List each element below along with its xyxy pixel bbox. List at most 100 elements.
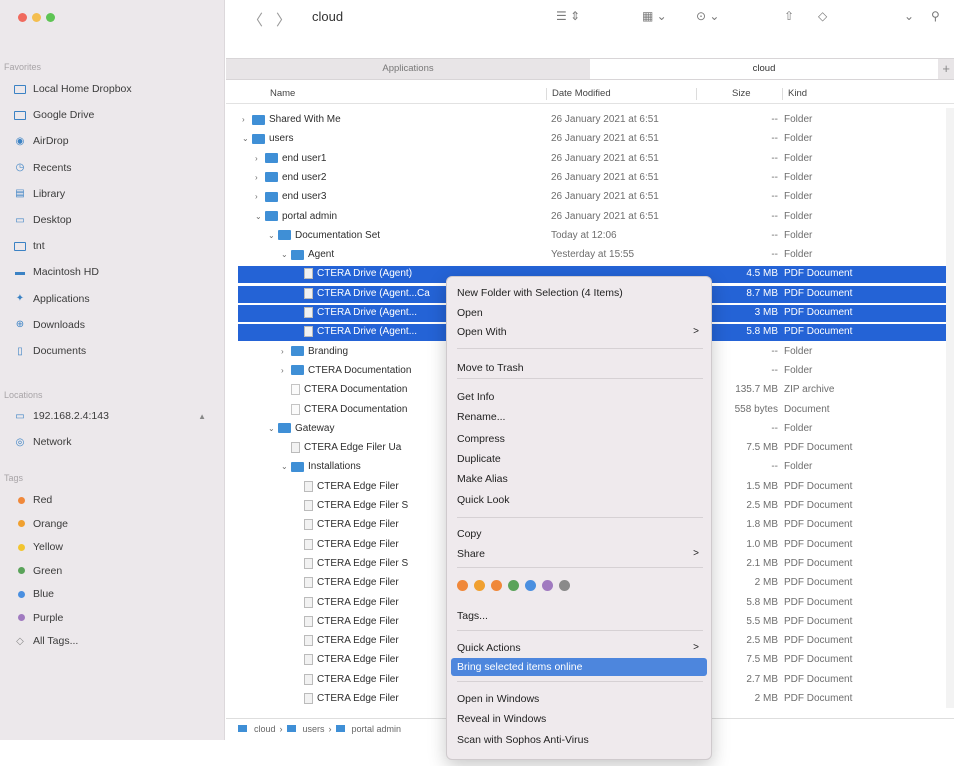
column-header-size[interactable]: Size <box>732 88 750 99</box>
sidebar-tag-red[interactable]: Red <box>0 491 224 509</box>
tab-cloud[interactable]: cloud <box>590 59 938 79</box>
group-icon[interactable]: ▦ ⌄ <box>642 9 667 23</box>
menu-item-copy[interactable]: Copy <box>451 525 707 543</box>
menu-item-label: Open With <box>457 326 507 338</box>
disclosure-open-icon[interactable]: ⌄ <box>268 424 278 433</box>
sidebar-item-tnt[interactable]: tnt <box>0 237 224 255</box>
menu-item-duplicate[interactable]: Duplicate <box>451 450 707 468</box>
path-segment[interactable]: cloud <box>254 724 276 734</box>
tag-color-swatch[interactable] <box>474 580 485 591</box>
sidebar-item-airdrop[interactable]: ◉ AirDrop <box>0 132 224 150</box>
chevron-down-icon[interactable]: ⌄ <box>904 9 914 23</box>
eject-icon[interactable]: ▲ <box>198 412 206 421</box>
disclosure-open-icon[interactable]: ⌄ <box>242 134 252 143</box>
zoom-window-button[interactable] <box>46 13 55 22</box>
chevron-right-icon: > <box>693 642 699 653</box>
sidebar-item-network[interactable]: ◎ Network <box>0 433 224 451</box>
sidebar-item-applications[interactable]: ✦ Applications <box>0 290 224 308</box>
disclosure-open-icon[interactable]: ⌄ <box>281 250 291 259</box>
disclosure-open-icon[interactable]: ⌄ <box>255 212 265 221</box>
tag-color-swatch[interactable] <box>559 580 570 591</box>
disclosure-closed-icon[interactable]: › <box>281 347 291 356</box>
sidebar-tag-orange[interactable]: Orange <box>0 515 224 533</box>
sidebar-item-desktop[interactable]: ▭ Desktop <box>0 211 224 229</box>
sidebar-tag-all-tags[interactable]: ◇ All Tags... <box>0 632 224 650</box>
column-header-name[interactable]: Name <box>270 88 295 99</box>
menu-item-rename[interactable]: Rename... <box>451 408 707 426</box>
disclosure-closed-icon[interactable]: › <box>242 115 252 124</box>
menu-item-make-alias[interactable]: Make Alias <box>451 470 707 488</box>
sidebar-item-google-drive[interactable]: Google Drive <box>0 106 224 124</box>
disclosure-open-icon[interactable]: ⌄ <box>281 462 291 471</box>
disclosure-closed-icon[interactable]: › <box>255 173 265 182</box>
menu-item-share[interactable]: Share > <box>451 545 707 563</box>
table-row[interactable]: › Shared With Me 26 January 2021 at 6:51 --… <box>238 112 946 129</box>
path-segment[interactable]: portal admin <box>352 724 402 734</box>
tag-color-swatch[interactable] <box>508 580 519 591</box>
sidebar-item-192-168-2-4-143[interactable]: ▭ 192.168.2.4:143 ▲ <box>0 407 224 425</box>
new-tab-button[interactable]: + <box>942 61 950 76</box>
disclosure-closed-icon[interactable]: › <box>281 366 291 375</box>
menu-item-quick-look[interactable]: Quick Look <box>451 491 707 509</box>
forward-button[interactable]: 〉 <box>276 9 291 30</box>
menu-item-new-folder-with-selection-4-items[interactable]: New Folder with Selection (4 Items) <box>451 284 707 302</box>
tag-color-swatch[interactable] <box>542 580 553 591</box>
file-kind: Folder <box>784 152 813 164</box>
vertical-scrollbar[interactable] <box>946 108 954 708</box>
pdf-file-icon <box>304 596 313 608</box>
back-button[interactable]: 〈 <box>248 9 263 30</box>
table-row[interactable]: ⌄ portal admin 26 January 2021 at 6:51 -- Fo… <box>238 209 946 226</box>
sidebar-item-macintosh-hd[interactable]: ▬ Macintosh HD <box>0 263 224 281</box>
toolbar: 〈 〉 cloud ☰ ⇕ ▦ ⌄ ⊙ ⌄ ⇧ ◇ ⌄ ⚲ <box>226 0 954 34</box>
menu-item-reveal-in-windows[interactable]: Reveal in Windows <box>451 710 707 728</box>
menu-item-compress[interactable]: Compress <box>451 430 707 448</box>
menu-item-tags[interactable]: Tags... <box>451 607 707 625</box>
row-name-cell: CTERA Edge Filer <box>294 519 399 531</box>
sidebar-tag-purple[interactable]: Purple <box>0 609 224 627</box>
menu-item-get-info[interactable]: Get Info <box>451 388 707 406</box>
sidebar-item-recents[interactable]: ◷ Recents <box>0 159 224 177</box>
table-row[interactable]: ⌄ Agent Yesterday at 15:55 -- Folder <box>238 247 946 264</box>
tab-applications[interactable]: Applications <box>226 59 590 79</box>
share-icon[interactable]: ⇧ <box>784 9 794 23</box>
sidebar-item-downloads[interactable]: ⊕ Downloads <box>0 316 224 334</box>
close-window-button[interactable] <box>18 13 27 22</box>
sidebar-item-documents[interactable]: ▯ Documents <box>0 342 224 360</box>
list-view-icon[interactable]: ☰ ⇕ <box>556 9 580 23</box>
disclosure-closed-icon[interactable]: › <box>255 154 265 163</box>
row-name-cell: ⌄ Gateway <box>268 423 334 434</box>
tag-color-swatch[interactable] <box>491 580 502 591</box>
column-header-kind[interactable]: Kind <box>788 88 807 99</box>
menu-item-open-in-windows[interactable]: Open in Windows <box>451 690 707 708</box>
table-row[interactable]: › end user1 26 January 2021 at 6:51 -- Folde… <box>238 151 946 168</box>
action-icon[interactable]: ⊙ ⌄ <box>696 9 719 23</box>
minimize-window-button[interactable] <box>32 13 41 22</box>
menu-item-move-to-trash[interactable]: Move to Trash <box>451 359 707 377</box>
table-row[interactable]: ⌄ Documentation Set Today at 12:06 -- Folder <box>238 228 946 245</box>
tag-icon[interactable]: ◇ <box>818 9 827 23</box>
table-row[interactable]: › end user2 26 January 2021 at 6:51 -- Folde… <box>238 170 946 187</box>
sidebar-section-tags: Tags <box>4 473 24 483</box>
table-row[interactable]: ⌄ users 26 January 2021 at 6:51 -- Folder <box>238 131 946 148</box>
disclosure-open-icon[interactable]: ⌄ <box>268 231 278 240</box>
tag-color-swatch[interactable] <box>457 580 468 591</box>
menu-item-open-with[interactable]: Open With > <box>451 323 707 341</box>
file-name: CTERA Edge Filer <box>317 519 399 531</box>
search-icon[interactable]: ⚲ <box>931 9 940 23</box>
tag-color-swatch[interactable] <box>525 580 536 591</box>
sidebar-tag-blue[interactable]: Blue <box>0 585 224 603</box>
column-header-date[interactable]: Date Modified <box>552 88 611 99</box>
sidebar-tag-yellow[interactable]: Yellow <box>0 538 224 556</box>
disclosure-closed-icon[interactable]: › <box>255 192 265 201</box>
sidebar-item-local-home-dropbox[interactable]: Local Home Dropbox <box>0 80 224 98</box>
table-row[interactable]: › end user3 26 January 2021 at 6:51 -- Folde… <box>238 189 946 206</box>
file-size: -- <box>771 133 778 145</box>
apps-icon: ✦ <box>15 293 25 305</box>
menu-item-bring-selected-items-online[interactable]: Bring selected items online <box>451 658 707 676</box>
sidebar-tag-green[interactable]: Green <box>0 562 224 580</box>
menu-item-scan-with-sophos-anti-virus[interactable]: Scan with Sophos Anti-Virus <box>451 731 707 749</box>
sidebar-item-library[interactable]: ▤ Library <box>0 185 224 203</box>
menu-item-open[interactable]: Open <box>451 304 707 322</box>
menu-item-quick-actions[interactable]: Quick Actions > <box>451 639 707 657</box>
path-segment[interactable]: users <box>303 724 325 734</box>
